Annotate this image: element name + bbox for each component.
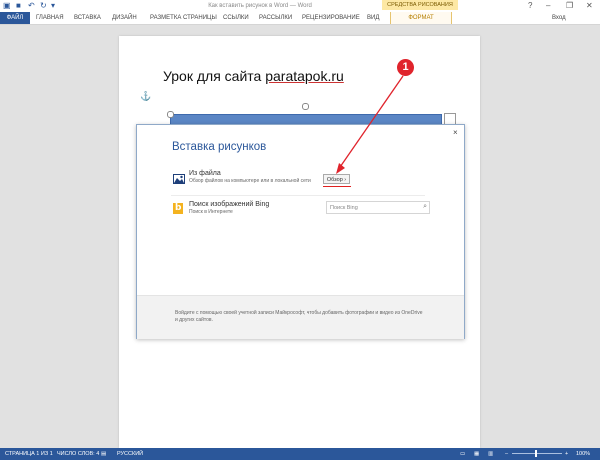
bing-search-box: ⌕ [326,201,430,214]
zoom-level[interactable]: 100% [576,448,590,460]
read-mode-icon[interactable]: ▭ [460,448,465,460]
proofing-icon[interactable]: ▤ [101,448,106,460]
close-button[interactable]: ✕ [586,1,593,10]
tab-home[interactable]: ГЛАВНАЯ [36,12,64,24]
document-title: Как вставить рисунок в Word — Word [208,3,312,9]
dialog-footer: Войдите с помощью своей учетной записи М… [137,295,464,339]
document-heading[interactable]: Урок для сайта paratapok.ru [163,68,344,84]
redo-icon[interactable]: ↻ [40,1,47,11]
dialog-title: Вставка рисунков [172,141,267,153]
zoom-out-button[interactable]: – [505,448,508,460]
bing-search-input[interactable] [330,202,414,213]
resize-handle[interactable] [167,111,174,118]
page-count[interactable]: СТРАНИЦА 1 ИЗ 1 [5,448,53,460]
language-indicator[interactable]: РУССКИЙ [117,448,143,460]
onedrive-signin-text: Войдите с помощью своей учетной записи М… [175,310,423,323]
step-callout-badge: 1 [397,59,414,76]
tab-insert[interactable]: ВСТАВКА [74,12,101,24]
tab-review[interactable]: РЕЦЕНЗИРОВАНИЕ [302,12,360,24]
from-file-title: Из файла [189,170,221,177]
tab-format[interactable]: ФОРМАТ [390,12,452,24]
search-icon[interactable]: ⌕ [423,203,427,211]
minimize-button[interactable]: – [546,1,550,10]
help-icon[interactable]: ? [528,1,532,10]
zoom-in-button[interactable]: + [565,448,568,460]
insert-pictures-dialog: Вставка рисунков × Из файла Обзор файлов… [136,124,465,339]
heading-text: Урок для сайта [163,68,266,84]
status-bar: СТРАНИЦА 1 ИЗ 1 ЧИСЛО СЛОВ: 4 ▤ РУССКИЙ … [0,448,600,460]
tab-view[interactable]: ВИД [367,12,379,24]
undo-icon[interactable]: ↶ [28,1,35,11]
tab-design[interactable]: ДИЗАЙН [112,12,137,24]
word-count[interactable]: ЧИСЛО СЛОВ: 4 [57,448,99,460]
customize-qat-icon[interactable]: ▾ [51,1,55,11]
tab-page-layout[interactable]: РАЗМЕТКА СТРАНИЦЫ [150,12,217,24]
browse-button[interactable]: Обзор › [323,174,350,184]
sign-in-link[interactable]: Вход [552,12,566,24]
from-file-description: Обзор файлов на компьютере или в локальн… [189,178,311,184]
bing-search-title: Поиск изображений Bing [189,201,270,208]
zoom-slider[interactable] [512,453,562,454]
word-logo-icon: ▣ [3,1,11,10]
heading-site-name: paratapok.ru [265,68,344,84]
dialog-close-icon[interactable]: × [453,128,458,137]
from-file-icon [173,174,185,184]
rotate-handle[interactable] [302,103,309,110]
tab-file[interactable]: ФАЙЛ [0,12,30,24]
zoom-slider-thumb[interactable] [535,450,537,457]
save-icon[interactable]: ■ [16,1,21,11]
tab-mailings[interactable]: РАССЫЛКИ [259,12,292,24]
bing-logo-letter: b [175,203,182,213]
anchor-icon: ⚓ [140,91,152,101]
bing-search-description: Поиск в Интернете [189,209,233,215]
tab-references[interactable]: ССЫЛКИ [223,12,249,24]
ribbon-tabs: ФАЙЛ ГЛАВНАЯ ВСТАВКА ДИЗАЙН РАЗМЕТКА СТР… [0,12,600,25]
print-layout-icon[interactable]: ▦ [474,448,479,460]
divider [171,195,425,196]
annotation-underline [323,186,351,187]
window-controls: ? – ❐ ✕ [524,0,600,12]
web-layout-icon[interactable]: ▥ [488,448,493,460]
context-tab-drawing-tools: СРЕДСТВА РИСОВАНИЯ [382,0,458,10]
restore-button[interactable]: ❐ [566,1,573,10]
